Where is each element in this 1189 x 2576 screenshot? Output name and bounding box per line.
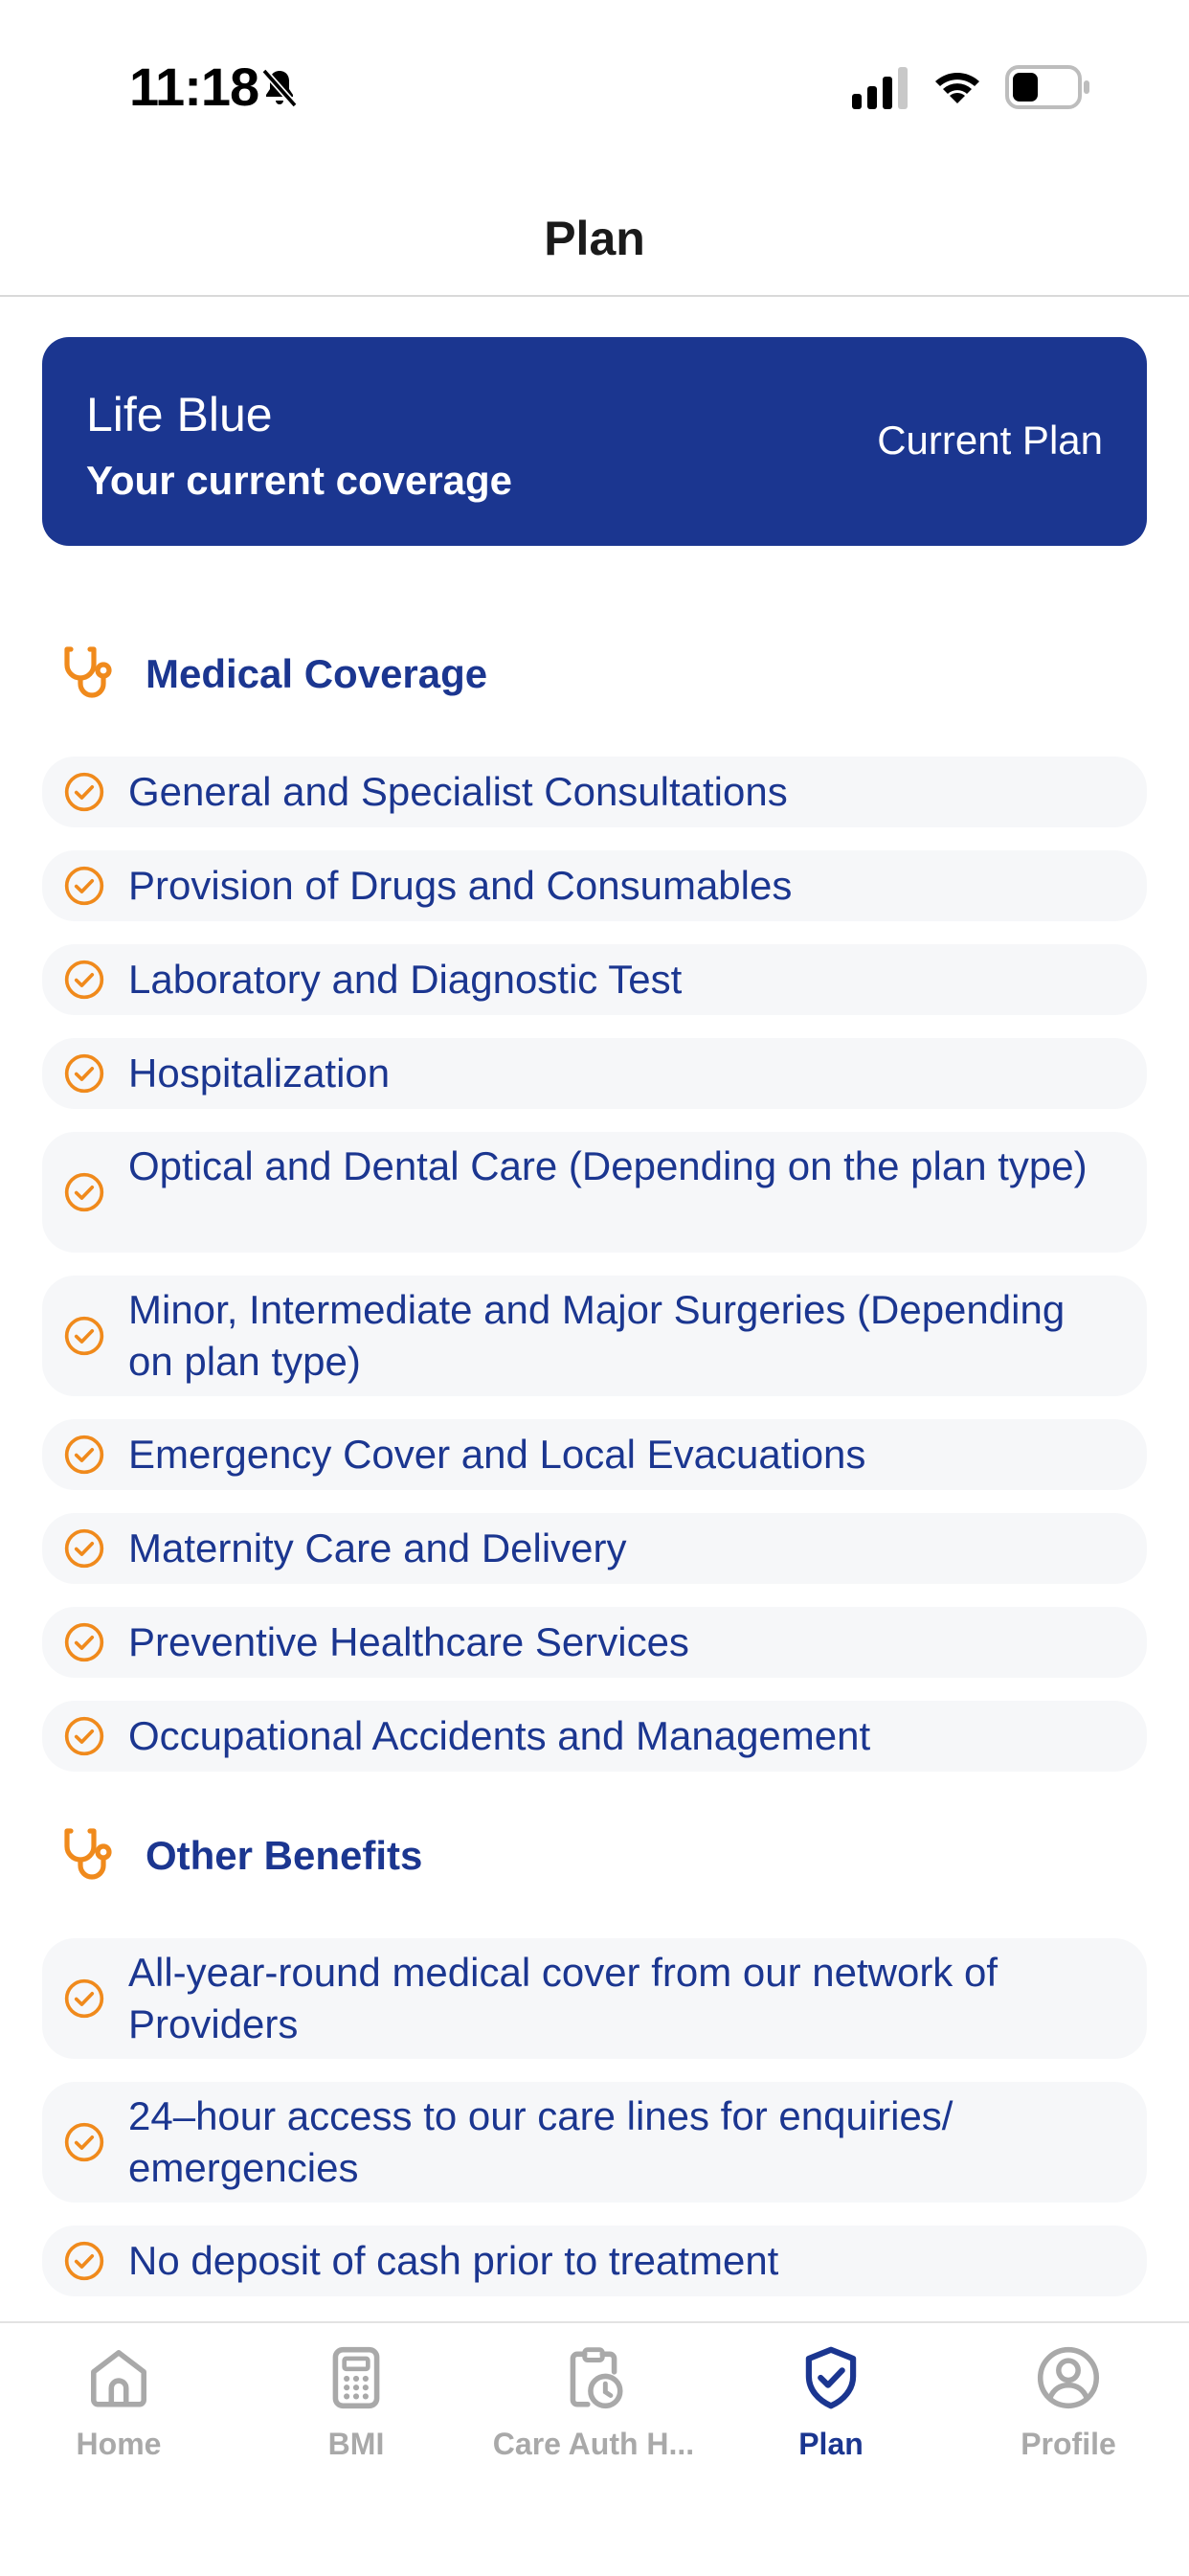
current-plan-card[interactable]: Life Blue Your current coverage Current … <box>42 337 1147 546</box>
check-circle-icon <box>64 1316 104 1356</box>
plan-subtitle: Your current coverage <box>86 458 513 503</box>
coverage-item: Laboratory and Diagnostic Test <box>42 944 1147 1015</box>
user-circle-icon <box>1037 2346 1100 2409</box>
page-header: Plan <box>0 172 1189 297</box>
tab-label: Care Auth H... <box>492 2427 695 2461</box>
check-circle-icon <box>64 960 104 1000</box>
coverage-item-label: Laboratory and Diagnostic Test <box>128 957 683 1002</box>
check-circle-icon <box>64 1435 104 1475</box>
check-circle-icon <box>64 2241 104 2281</box>
coverage-item: Optical and Dental Care (Depending on th… <box>42 1132 1147 1253</box>
coverage-item: Hospitalization <box>42 1038 1147 1109</box>
coverage-item: General and Specialist Consultations <box>42 757 1147 827</box>
check-circle-icon <box>64 1716 104 1756</box>
coverage-item-label: Provision of Drugs and Consumables <box>128 863 793 908</box>
check-circle-icon <box>64 866 104 906</box>
shield-check-icon <box>805 2346 857 2409</box>
coverage-item-label: Minor, Intermediate and Major Surgeries … <box>128 1287 1066 1384</box>
coverage-item-label: Hospitalization <box>128 1051 391 1096</box>
check-circle-icon <box>64 1622 104 1662</box>
check-circle-icon <box>64 772 104 812</box>
plan-name: Life Blue <box>86 388 273 441</box>
check-circle-icon <box>64 1172 104 1212</box>
coverage-item-label: Maternity Care and Delivery <box>128 1525 627 1570</box>
bottom-tab-bar: Home BMI Care Auth H... Plan Profile <box>0 2321 1189 2576</box>
stethoscope-icon <box>64 1828 112 1880</box>
benefit-item-label: No deposit of cash prior to treatment <box>128 2238 779 2283</box>
coverage-item-label: General and Specialist Consultations <box>128 769 788 814</box>
wifi-icon <box>935 73 979 103</box>
benefit-item: No deposit of cash prior to treatment <box>42 2226 1147 2296</box>
page-title: Plan <box>544 212 645 265</box>
check-circle-icon <box>64 1528 104 1569</box>
check-circle-icon <box>64 2122 104 2162</box>
coverage-item: Provision of Drugs and Consumables <box>42 850 1147 921</box>
tab-bmi[interactable]: BMI <box>237 2342 475 2486</box>
check-circle-icon <box>64 1053 104 1094</box>
tab-care-auth-history[interactable]: Care Auth H... <box>475 2342 712 2486</box>
coverage-item-label: Optical and Dental Care (Depending on th… <box>128 1143 1088 1188</box>
benefit-item-label: All-year-round medical cover from our ne… <box>128 1950 998 2046</box>
home-icon <box>91 2350 146 2407</box>
cellular-signal-icon <box>852 67 908 109</box>
benefit-item: All-year-round medical cover from our ne… <box>42 1938 1147 2059</box>
coverage-item: Occupational Accidents and Management <box>42 1701 1147 1772</box>
bell-off-icon <box>261 68 298 108</box>
tab-label: BMI <box>327 2427 385 2461</box>
coverage-item: Maternity Care and Delivery <box>42 1513 1147 1584</box>
coverage-item-label: Emergency Cover and Local Evacuations <box>128 1432 866 1477</box>
benefit-item-label: 24–hour access to our care lines for enq… <box>128 2093 953 2190</box>
tab-label: Plan <box>798 2427 864 2461</box>
tab-label: Profile <box>1021 2427 1116 2461</box>
coverage-item-label: Preventive Healthcare Services <box>128 1619 689 1664</box>
coverage-item: Minor, Intermediate and Major Surgeries … <box>42 1276 1147 1396</box>
status-time: 11:18 <box>129 56 259 117</box>
section-title: Medical Coverage <box>146 651 488 696</box>
coverage-item: Emergency Cover and Local Evacuations <box>42 1419 1147 1490</box>
clipboard-clock-icon <box>570 2347 623 2409</box>
stethoscope-icon <box>64 646 112 698</box>
battery-icon <box>1005 65 1089 109</box>
benefit-item: 24–hour access to our care lines for enq… <box>42 2082 1147 2203</box>
tab-label: Home <box>76 2427 162 2461</box>
tab-plan[interactable]: Plan <box>712 2342 950 2486</box>
tab-home[interactable]: Home <box>0 2342 237 2486</box>
calculator-icon <box>332 2346 380 2409</box>
status-bar: 11:18 <box>0 0 1189 172</box>
current-plan-label: Current Plan <box>877 418 1103 463</box>
coverage-item-label: Occupational Accidents and Management <box>128 1713 871 1758</box>
check-circle-icon <box>64 1978 104 2019</box>
coverage-item: Preventive Healthcare Services <box>42 1607 1147 1678</box>
section-title: Other Benefits <box>146 1833 423 1878</box>
tab-profile[interactable]: Profile <box>950 2342 1187 2486</box>
